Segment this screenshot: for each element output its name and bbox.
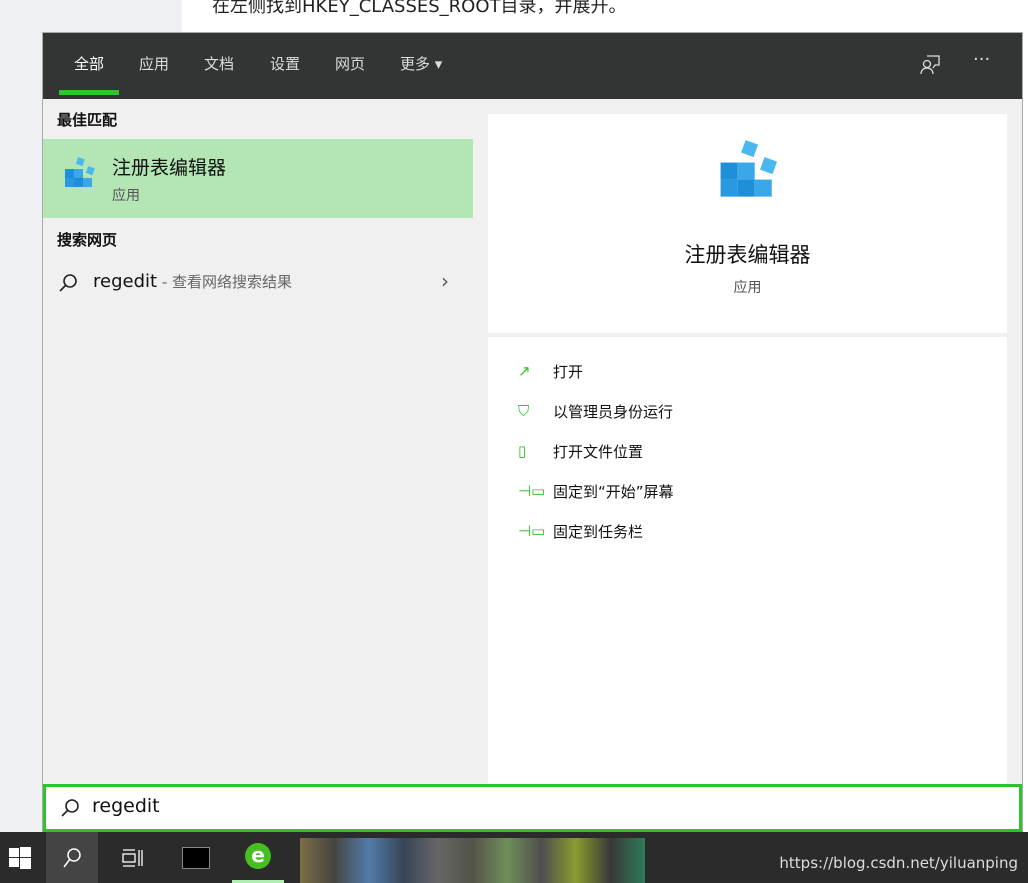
web-search-heading: 搜索网页 [57, 231, 118, 249]
more-options-icon[interactable]: ··· [973, 49, 990, 70]
tab-more[interactable]: 更多 ▾ [400, 53, 442, 74]
start-search-panel: 全部 应用 文档 设置 网页 更多 ▾ ··· 最佳匹配 注册表编辑器 应用 搜… [42, 32, 1023, 832]
tab-settings[interactable]: 设置 [270, 53, 300, 74]
tab-all[interactable]: 全部 [58, 53, 120, 95]
action-label: 打开 [553, 362, 584, 381]
shield-icon: ⛉ [518, 402, 530, 420]
action-label: 固定到“开始”屏幕 [553, 482, 674, 501]
action-label: 固定到任务栏 [553, 522, 644, 541]
document-text: 在左侧找到HKEY_CLASSES_ROOT目录，并展开。 [212, 0, 627, 17]
open-icon: ↗ [518, 362, 531, 380]
browser-e-icon: e [245, 843, 271, 869]
action-pin-to-start[interactable]: ⊣▭ 固定到“开始”屏幕 [518, 479, 674, 503]
watermark-url: https://blog.csdn.net/yiluanping [779, 854, 1018, 872]
registry-editor-icon [65, 157, 95, 187]
chevron-right-icon[interactable]: › [441, 269, 449, 293]
cmd-taskbar-button[interactable] [170, 832, 222, 883]
action-run-as-admin[interactable]: ⛉ 以管理员身份运行 [518, 399, 673, 423]
filter-tabs-bar: 全部 应用 文档 设置 网页 更多 ▾ ··· [43, 33, 1022, 99]
windows-icon [9, 846, 31, 869]
task-view-icon [122, 848, 143, 867]
action-label: 打开文件位置 [553, 442, 644, 461]
cmd-icon [182, 846, 210, 869]
web-description: - 查看网络搜索结果 [157, 273, 293, 291]
results-list: 最佳匹配 注册表编辑器 应用 搜索网页 regedit - 查看网络搜索结果 › [43, 99, 473, 784]
best-match-item[interactable]: 注册表编辑器 应用 [43, 139, 473, 218]
web-query: regedit [93, 271, 158, 292]
preview-title: 注册表编辑器 [684, 243, 811, 267]
tab-documents[interactable]: 文档 [204, 53, 234, 74]
search-icon [61, 799, 79, 817]
blurred-taskbar-apps [300, 838, 645, 883]
tab-web[interactable]: 网页 [335, 53, 365, 74]
tab-apps[interactable]: 应用 [139, 53, 169, 74]
action-label: 以管理员身份运行 [553, 402, 674, 421]
search-icon [63, 847, 81, 867]
folder-icon: ▯ [518, 442, 527, 460]
web-search-item[interactable]: regedit - 查看网络搜索结果 › [43, 263, 473, 303]
action-open-file-location[interactable]: ▯ 打开文件位置 [518, 439, 643, 463]
best-match-subtitle: 应用 [112, 188, 140, 204]
search-input[interactable] [92, 795, 892, 817]
feedback-icon[interactable] [919, 53, 941, 80]
taskbar-search-button[interactable] [46, 832, 98, 883]
action-pin-to-taskbar[interactable]: ⊣▭ 固定到任务栏 [518, 519, 643, 543]
actions-list: ↗ 打开 ⛉ 以管理员身份运行 ▯ 打开文件位置 ⊣▭ 固定到“开始”屏幕 ⊣▭ 固定到任… [488, 337, 1007, 784]
task-view-button[interactable] [106, 832, 158, 883]
best-match-heading: 最佳匹配 [57, 111, 118, 129]
registry-editor-large-icon [720, 140, 778, 197]
action-open[interactable]: ↗ 打开 [518, 359, 583, 383]
search-box[interactable] [43, 784, 1022, 832]
preview-subtitle: 应用 [733, 280, 762, 296]
windows-start-button[interactable] [0, 832, 46, 883]
taskbar: e https://blog.csdn.net/yiluanping [0, 832, 1028, 883]
pin-icon: ⊣▭ [518, 522, 546, 540]
app-preview: 注册表编辑器 应用 [488, 114, 1007, 333]
browser-taskbar-button[interactable]: e [232, 832, 284, 883]
pin-icon: ⊣▭ [518, 482, 546, 500]
best-match-title: 注册表编辑器 [112, 157, 227, 179]
search-icon [59, 274, 77, 292]
